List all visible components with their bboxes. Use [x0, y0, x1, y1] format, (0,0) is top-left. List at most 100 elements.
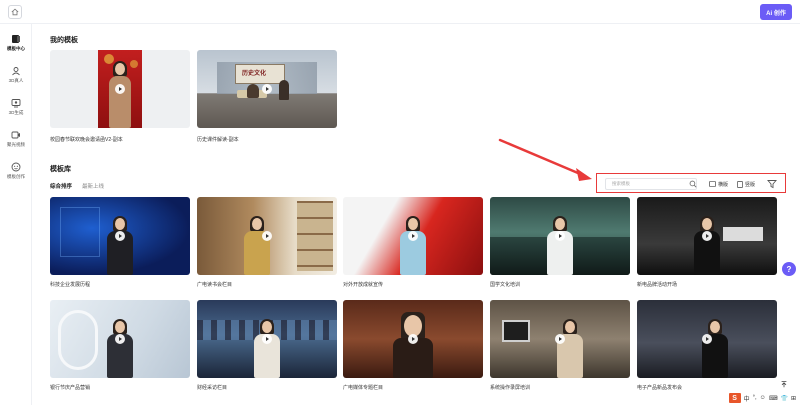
template-thumbnail	[490, 197, 630, 275]
home-icon	[11, 8, 19, 16]
presenter-figure	[547, 216, 573, 275]
back-to-top-button[interactable]	[780, 380, 790, 390]
top-bar: Ai 创作	[0, 0, 800, 24]
sidebar-item-label: 3D生成	[8, 110, 24, 115]
play-icon[interactable]	[115, 231, 125, 241]
template-name: 财经采访栏目	[197, 385, 228, 391]
template-name: 国学文化培训	[490, 282, 521, 288]
presenter-figure	[557, 319, 583, 378]
presenter-figure	[254, 319, 280, 378]
help-button[interactable]: ?	[782, 262, 796, 276]
presenter-figure	[244, 216, 270, 275]
question-icon: ?	[786, 264, 792, 274]
ime-keyboard-icon[interactable]: ⌨	[769, 395, 778, 402]
play-icon[interactable]	[702, 334, 712, 344]
my-template-card[interactable]: 历史文化 历史课件解读-副本	[197, 50, 337, 143]
ime-logo-icon[interactable]: S	[728, 393, 741, 403]
play-icon[interactable]	[262, 84, 272, 94]
template-name: 科技企业发展历程	[50, 282, 91, 288]
horizontal-button[interactable]: 横版	[709, 179, 728, 189]
portrait-icon	[737, 180, 743, 188]
library-template-card[interactable]: 财经采访栏目	[197, 300, 337, 391]
presenter-figure	[694, 216, 720, 275]
library-template-card[interactable]: 科技企业发展历程	[50, 197, 190, 288]
presenter-figure	[702, 319, 728, 378]
template-name: 银行节庆产品营销	[50, 385, 91, 391]
library-template-card[interactable]: 广电读书会栏目	[197, 197, 337, 288]
presenter-figure	[400, 216, 426, 275]
play-icon[interactable]	[262, 334, 272, 344]
library-template-card[interactable]: 银行节庆产品营销	[50, 300, 190, 391]
create-icon	[11, 162, 21, 172]
library-template-card[interactable]: 电子产品新品发布会	[637, 300, 777, 391]
search-input[interactable]: 搜索模板	[605, 178, 697, 190]
sidebar-item-create[interactable]: 模板创作	[0, 162, 32, 180]
play-icon[interactable]	[555, 334, 565, 344]
sidebar-item-label: 模板中心	[7, 46, 25, 51]
template-thumbnail	[343, 300, 483, 378]
template-thumbnail	[637, 300, 777, 378]
library-template-card[interactable]: 广电媒体专题栏目	[343, 300, 483, 391]
ime-emoji-icon[interactable]: ☺	[760, 395, 766, 401]
video-icon	[11, 130, 21, 140]
sidebar-item-label: 模板创作	[7, 174, 25, 179]
template-name: 系统操作录屏培训	[490, 385, 531, 391]
ime-menu-icon[interactable]: ⊞	[791, 395, 796, 402]
play-icon[interactable]	[115, 84, 125, 94]
template-thumbnail: 历史文化	[197, 50, 337, 128]
presenter-figure	[107, 216, 133, 275]
search-icon[interactable]	[689, 180, 697, 188]
play-icon[interactable]	[115, 334, 125, 344]
sidebar-item-3d-person[interactable]: 3D真人	[0, 66, 32, 84]
sidebar-item-label: 聚光视频	[7, 142, 25, 147]
sort-tab-comprehensive[interactable]: 综合排序	[50, 182, 72, 190]
template-name: 校园春节联欢晚会邀请函V2-副本	[50, 137, 123, 143]
library-template-card[interactable]: 系统操作录屏培训	[490, 300, 630, 391]
ime-skin-icon[interactable]: 👕	[780, 395, 787, 402]
my-templates-title: 我的模板	[50, 37, 78, 44]
template-name: 电子产品新品发布会	[637, 385, 683, 391]
play-icon[interactable]	[408, 334, 418, 344]
play-icon[interactable]	[408, 231, 418, 241]
presenter-figure	[393, 312, 433, 378]
template-icon	[11, 34, 21, 44]
vertical-label: 竖版	[745, 181, 756, 188]
library-template-card[interactable]: 国学文化培训	[490, 197, 630, 288]
template-thumbnail	[637, 197, 777, 275]
template-thumbnail	[50, 300, 190, 378]
landscape-icon	[709, 181, 716, 187]
template-thumbnail	[197, 300, 337, 378]
my-template-card[interactable]: 校园春节联欢晚会邀请函V2-副本	[50, 50, 190, 143]
template-name: 广电媒体专题栏目	[343, 385, 384, 391]
template-thumbnail	[50, 197, 190, 275]
template-name: 新电品牌活动开场	[637, 282, 678, 288]
sidebar-item-template-center[interactable]: 模板中心	[0, 34, 32, 52]
horizontal-label: 横版	[718, 181, 729, 188]
library-template-card[interactable]: 对外开放成就宣传	[343, 197, 483, 288]
template-name: 对外开放成就宣传	[343, 282, 384, 288]
template-name: 广电读书会栏目	[197, 282, 233, 288]
template-thumbnail	[490, 300, 630, 378]
library-template-card[interactable]: 新电品牌活动开场	[637, 197, 777, 288]
template-thumbnail	[197, 197, 337, 275]
person-icon	[11, 66, 21, 76]
play-icon[interactable]	[702, 231, 712, 241]
template-library-title: 模板库	[50, 166, 71, 173]
generate-icon	[11, 98, 21, 108]
template-thumbnail	[50, 50, 190, 128]
template-thumbnail	[343, 197, 483, 275]
play-icon[interactable]	[262, 231, 272, 241]
sidebar-item-video[interactable]: 聚光视频	[0, 130, 32, 148]
vertical-button[interactable]: 竖版	[737, 179, 755, 189]
sidebar-item-3d-generate[interactable]: 3D生成	[0, 98, 32, 116]
filter-icon[interactable]	[767, 179, 777, 189]
sort-tab-latest[interactable]: 最新上线	[82, 182, 104, 190]
play-icon[interactable]	[555, 231, 565, 241]
ai-create-button[interactable]: Ai 创作	[760, 4, 792, 20]
home-button[interactable]	[8, 5, 22, 19]
template-name: 历史课件解读-副本	[197, 137, 239, 143]
library-toolbar: 搜索模板 横版 竖版	[596, 173, 786, 193]
sort-tabs: 综合排序 最新上线	[50, 182, 104, 190]
ime-punct[interactable]: °,	[753, 395, 757, 401]
ime-mode[interactable]: 中	[744, 394, 750, 403]
